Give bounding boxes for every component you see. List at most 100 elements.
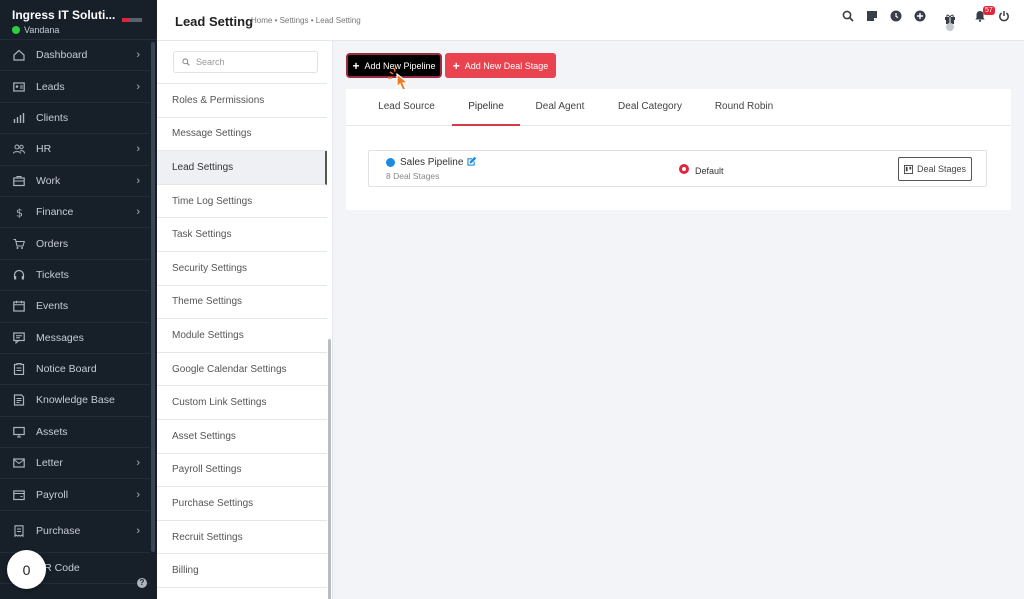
sidebar-item-dashboard[interactable]: Dashboard › — [0, 40, 150, 72]
help-icon[interactable]: ? — [137, 578, 147, 588]
chevron-right-icon: › — [136, 488, 140, 501]
chevron-right-icon: › — [136, 206, 140, 219]
message-icon — [12, 331, 26, 345]
sidebar-item-label: Leads — [36, 80, 65, 93]
sidebar-item-label: Knowledge Base — [36, 394, 115, 407]
power-icon[interactable] — [998, 10, 1010, 22]
book-icon — [12, 393, 26, 407]
sidebar-item-tickets[interactable]: Tickets — [0, 260, 150, 292]
sidebar-menu: Dashboard › Leads › Clients HR › Work › $ Finance ›… — [0, 40, 157, 585]
home-icon — [12, 48, 26, 62]
pipeline-stage-count: 8 Deal Stages — [386, 171, 440, 181]
clipboard-icon — [12, 362, 26, 376]
floating-counter[interactable]: 0 — [7, 550, 46, 589]
online-status-icon — [12, 26, 20, 34]
sidebar-item-payroll[interactable]: Payroll › — [0, 479, 150, 511]
sidebar-item-label: Events — [36, 300, 69, 313]
deal-stages-button[interactable]: Deal Stages — [898, 157, 972, 181]
sidebar-item-events[interactable]: Events — [0, 291, 150, 323]
settings-menu-panel: Roles & PermissionsMessage SettingsLead … — [157, 41, 333, 599]
settings-item-module-settings[interactable]: Module Settings — [157, 319, 327, 353]
settings-item-security-settings[interactable]: Security Settings — [157, 252, 327, 286]
settings-list: Roles & Permissions Message Settings Lead … — [157, 83, 327, 588]
sidebar-item-label: Work — [36, 174, 61, 187]
page-title: Lead Setting — [175, 14, 254, 29]
sidebar-item-work[interactable]: Work › — [0, 166, 150, 197]
user-name: Vandana — [24, 25, 60, 35]
plus-icon: + — [452, 58, 460, 73]
tab-deal-agent[interactable]: Deal Agent — [527, 89, 593, 126]
plus-icon: + — [352, 58, 360, 73]
settings-item-payroll-settings[interactable]: Payroll Settings — [157, 454, 327, 488]
sidebar-item-letter[interactable]: Letter › — [0, 448, 150, 480]
sidebar-item-label: Tickets — [36, 268, 69, 281]
edit-icon[interactable] — [466, 156, 477, 167]
settings-search[interactable] — [173, 51, 318, 73]
settings-item-recruit-settings[interactable]: Recruit Settings — [157, 521, 327, 555]
sidebar-item-orders[interactable]: Orders — [0, 228, 150, 260]
settings-item-custom-link-settings[interactable]: Custom Link Settings — [157, 386, 327, 420]
dollar-icon: $ — [12, 205, 26, 219]
sidebar-item-leads[interactable]: Leads › — [0, 71, 150, 103]
sidebar-item-finance[interactable]: $ Finance › — [0, 197, 150, 229]
sticky-note-icon[interactable] — [866, 10, 878, 22]
settings-item-message-settings[interactable]: Message Settings — [157, 118, 327, 152]
sidebar-item-purchase[interactable]: Purchase › — [0, 511, 150, 553]
settings-item-google-calendar-settings[interactable]: Google Calendar Settings — [157, 353, 327, 387]
chevron-right-icon: › — [136, 80, 140, 93]
language-flag-icon[interactable] — [122, 18, 142, 22]
sidebar-item-label: Purchase — [36, 525, 81, 538]
sidebar-item-label: Clients — [36, 111, 69, 124]
settings-scrollbar[interactable] — [328, 339, 331, 599]
current-user: Vandana — [12, 25, 157, 35]
sidebar-item-label: Payroll — [36, 488, 69, 501]
settings-item-theme-settings[interactable]: Theme Settings — [157, 286, 327, 320]
settings-tabs: Lead Source Pipeline Deal Agent Deal Catego… — [346, 89, 1011, 126]
pipeline-name: Sales Pipeline — [400, 157, 464, 168]
search-icon[interactable] — [842, 10, 854, 22]
tab-pipeline[interactable]: Pipeline — [452, 89, 520, 126]
sidebar-item-label: Notice Board — [36, 363, 97, 376]
sidebar-item-clients[interactable]: Clients — [0, 103, 150, 135]
sidebar-item-assets[interactable]: Assets — [0, 417, 150, 449]
settings-item-asset-settings[interactable]: Asset Settings — [157, 420, 327, 454]
sidebar-item-notice-board[interactable]: Notice Board — [0, 354, 150, 386]
chevron-right-icon: › — [136, 143, 140, 156]
pipeline-row: Sales Pipeline 8 Deal Stages Default Dea… — [368, 150, 987, 187]
settings-item-time-log-settings[interactable]: Time Log Settings — [157, 185, 327, 219]
sidebar-item-hr[interactable]: HR › — [0, 134, 150, 166]
tab-round-robin[interactable]: Round Robin — [701, 89, 787, 126]
settings-item-billing[interactable]: Billing — [157, 554, 327, 588]
settings-item-lead-settings[interactable]: Lead Settings — [157, 151, 327, 185]
sidebar-item-label: Dashboard — [36, 49, 88, 62]
default-radio[interactable] — [679, 164, 689, 174]
breadcrumb: Home • Settings • Lead Setting — [251, 16, 361, 25]
settings-item-roles-permissions[interactable]: Roles & Permissions — [157, 84, 327, 118]
settings-search-input[interactable] — [196, 57, 306, 67]
chevron-right-icon: › — [136, 457, 140, 470]
monitor-icon — [12, 425, 26, 439]
search-icon — [182, 58, 190, 66]
chevron-right-icon: › — [136, 525, 140, 538]
main-sidebar: Ingress IT Soluti... Vandana Dashboard › L… — [0, 0, 157, 599]
sidebar-item-label: Finance — [36, 206, 74, 219]
settings-item-purchase-settings[interactable]: Purchase Settings — [157, 487, 327, 521]
deal-stages-label: Deal Stages — [916, 164, 967, 174]
settings-item-task-settings[interactable]: Task Settings — [157, 218, 327, 252]
id-card-icon — [12, 80, 26, 94]
sidebar-item-label: Messages — [36, 331, 84, 344]
sidebar-item-knowledge-base[interactable]: Knowledge Base — [0, 385, 150, 417]
sidebar-scrollbar[interactable] — [151, 42, 155, 552]
brand-header[interactable]: Ingress IT Soluti... Vandana — [0, 0, 157, 40]
add-circle-icon[interactable] — [914, 10, 926, 22]
add-new-deal-stage-button[interactable]: + Add New Deal Stage — [445, 53, 556, 78]
notification-badge: 57 — [983, 6, 995, 15]
sidebar-item-messages[interactable]: Messages — [0, 323, 150, 354]
tab-deal-category[interactable]: Deal Category — [608, 89, 692, 126]
users-icon — [12, 142, 26, 156]
clock-icon[interactable] — [890, 10, 902, 22]
bar-chart-icon — [12, 111, 26, 125]
chevron-right-icon: › — [136, 49, 140, 62]
lead-settings-card: Lead Source Pipeline Deal Agent Deal Catego… — [346, 89, 1011, 210]
tab-lead-source[interactable]: Lead Source — [364, 89, 449, 126]
